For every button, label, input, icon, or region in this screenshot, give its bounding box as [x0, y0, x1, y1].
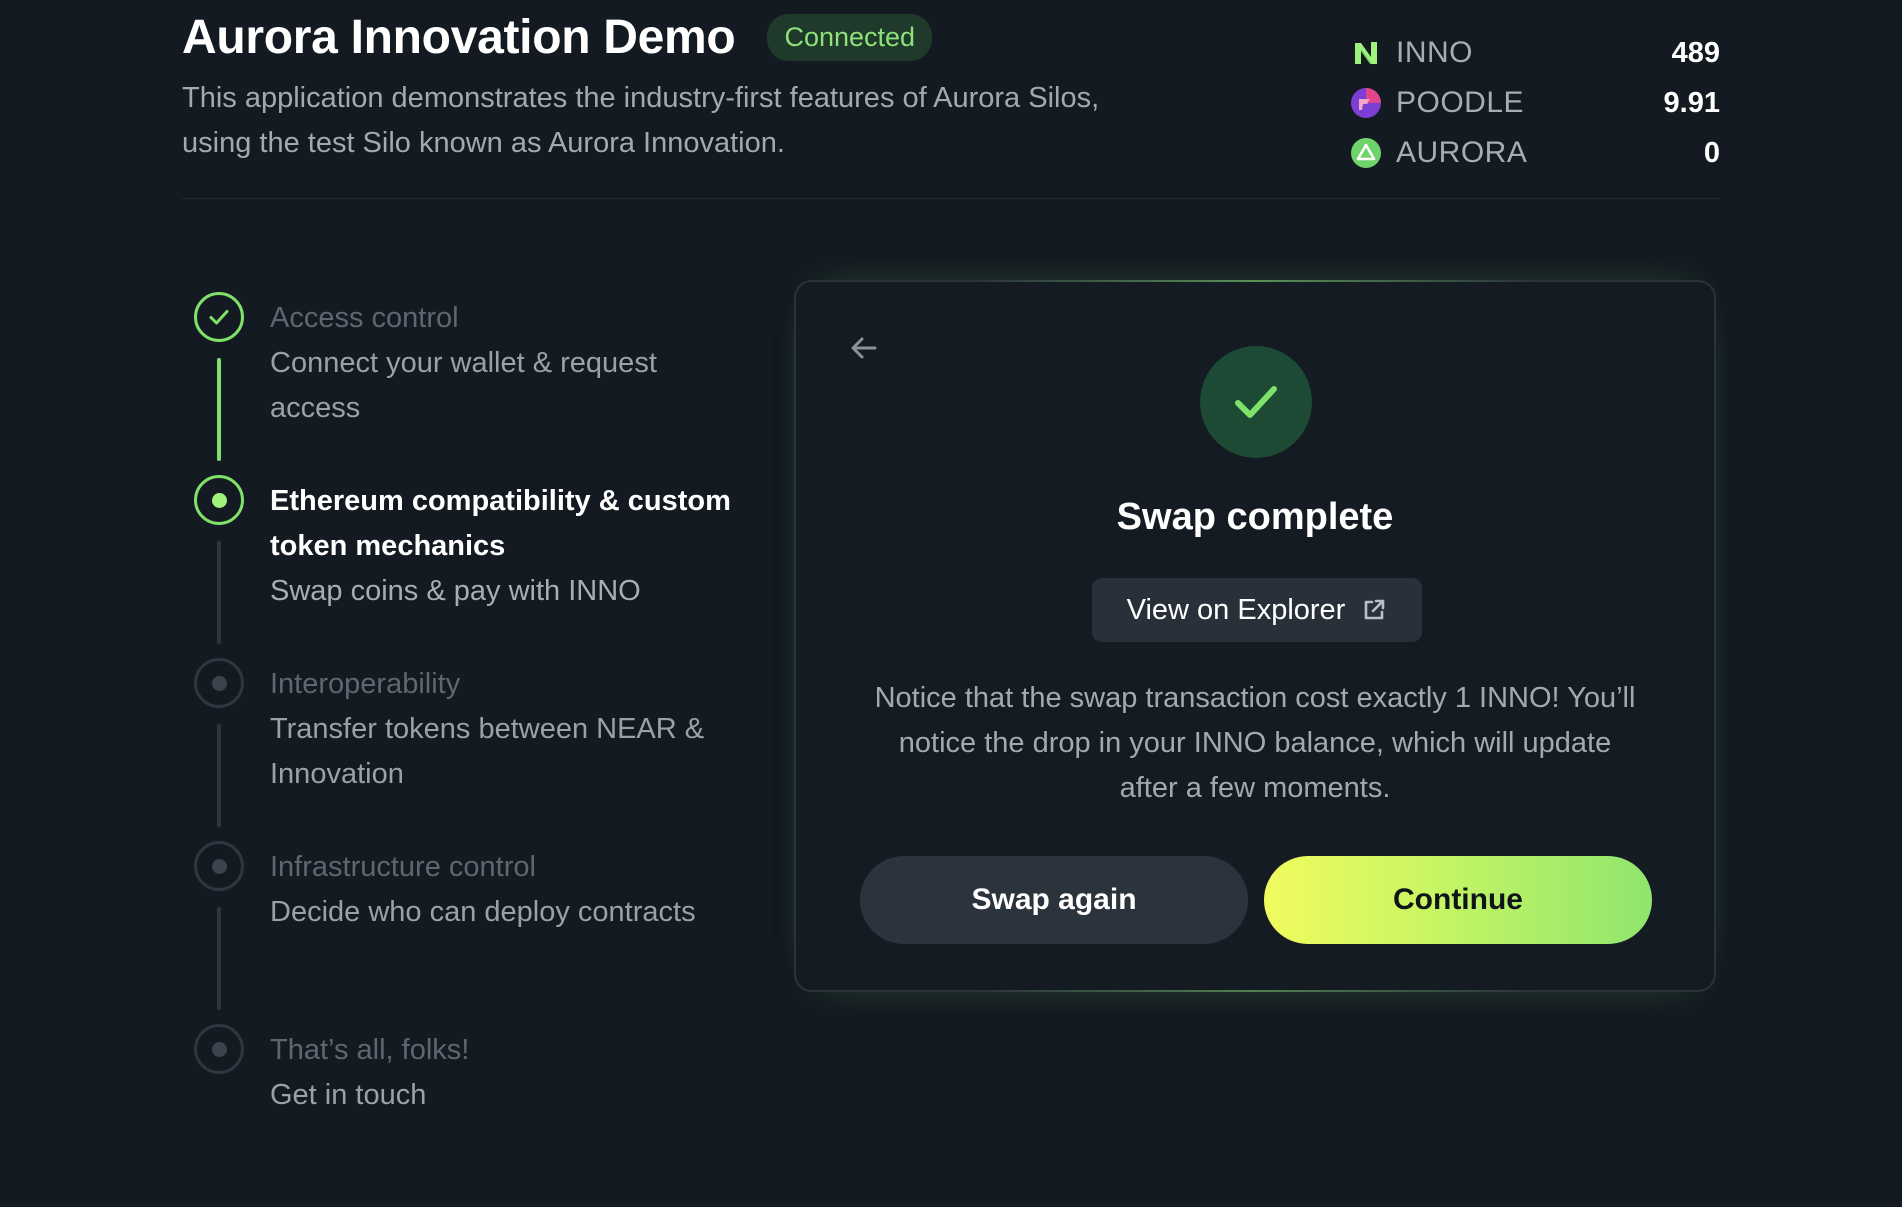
balance-row-inno: INNO 489	[1350, 28, 1720, 78]
external-link-icon	[1365, 599, 1385, 620]
token-amount: 9.91	[1663, 86, 1720, 119]
checkmark-icon	[1235, 386, 1277, 418]
step-dot	[211, 675, 227, 691]
step-subtitle: Connect your wallet & request access	[270, 347, 657, 424]
step-subtitle: Swap coins & pay with INNO	[270, 575, 641, 607]
token-balances: INNO 489 POODLE 9.91 AURORA 0	[1350, 28, 1720, 178]
step-subtitle: Decide who can deploy contracts	[270, 896, 696, 928]
token-name: INNO	[1396, 36, 1473, 69]
step-text: Interoperability Transfer tokens between…	[270, 662, 740, 797]
step-dot	[211, 492, 227, 508]
step-complete-indicator	[194, 292, 244, 342]
back-button[interactable]	[840, 324, 888, 372]
step-interoperability[interactable]: Interoperability Transfer tokens between…	[194, 658, 754, 841]
step-connector	[217, 724, 221, 827]
step-connector	[217, 358, 221, 461]
balance-row-poodle: POODLE 9.91	[1350, 78, 1720, 128]
arrow-left-icon	[851, 337, 877, 359]
app-description: This application demonstrates the indust…	[182, 82, 1100, 159]
step-active-indicator	[194, 475, 244, 525]
step-pending-indicator	[194, 841, 244, 891]
inno-logo-icon	[1350, 37, 1382, 69]
step-subtitle: Get in touch	[270, 1079, 427, 1111]
step-dot	[211, 1041, 227, 1057]
step-pending-indicator	[194, 658, 244, 708]
step-dot	[211, 858, 227, 874]
step-title: Interoperability	[270, 668, 461, 700]
step-text: Infrastructure control Decide who can de…	[270, 845, 740, 935]
balance-row-aurora: AURORA 0	[1350, 128, 1720, 178]
token-amount: 0	[1703, 136, 1720, 169]
poodle-logo-icon	[1350, 87, 1382, 119]
step-subtitle: Transfer tokens between NEAR & Innovatio…	[270, 713, 705, 790]
explorer-button-label: View on Explorer	[1126, 593, 1346, 626]
connection-status-badge: Connected	[767, 14, 933, 61]
step-title: That’s all, folks!	[270, 1034, 470, 1066]
view-on-explorer-button[interactable]: View on Explorer	[1092, 578, 1422, 642]
swap-complete-card: Swap complete View on Explorer Notice th…	[794, 280, 1716, 992]
swap-again-button[interactable]: Swap again	[860, 856, 1248, 944]
card-title: Swap complete	[1116, 496, 1394, 538]
step-text: Ethereum compatibility & custom token me…	[270, 479, 740, 614]
step-ethereum-compatibility[interactable]: Ethereum compatibility & custom token me…	[194, 475, 754, 658]
step-text: That’s all, folks! Get in touch	[270, 1028, 740, 1118]
checkmark-icon	[209, 310, 229, 325]
title-row: Aurora Innovation Demo Connected	[182, 10, 933, 65]
step-connector	[217, 907, 221, 1010]
continue-button[interactable]: Continue	[1264, 856, 1652, 944]
step-title: Access control	[270, 302, 459, 334]
page-header: Aurora Innovation Demo Connected This ap…	[182, 0, 1720, 199]
step-title: Ethereum compatibility & custom token me…	[270, 485, 731, 562]
token-name: POODLE	[1396, 86, 1525, 119]
step-connector	[217, 541, 221, 644]
step-infrastructure-control[interactable]: Infrastructure control Decide who can de…	[194, 841, 754, 1024]
app-title: Aurora Innovation Demo	[182, 11, 736, 64]
step-access-control[interactable]: Access control Connect your wallet & req…	[194, 292, 754, 475]
step-pending-indicator	[194, 1024, 244, 1074]
success-indicator	[1200, 346, 1312, 458]
token-amount: 489	[1671, 36, 1720, 69]
step-text: Access control Connect your wallet & req…	[270, 296, 740, 431]
token-name: AURORA	[1396, 136, 1528, 169]
swap-notice: Notice that the swap transaction cost ex…	[874, 682, 1636, 804]
aurora-logo-icon	[1350, 137, 1382, 169]
step-title: Infrastructure control	[270, 851, 536, 883]
progress-stepper: Access control Connect your wallet & req…	[194, 292, 754, 1207]
step-thats-all[interactable]: That’s all, folks! Get in touch	[194, 1024, 754, 1207]
